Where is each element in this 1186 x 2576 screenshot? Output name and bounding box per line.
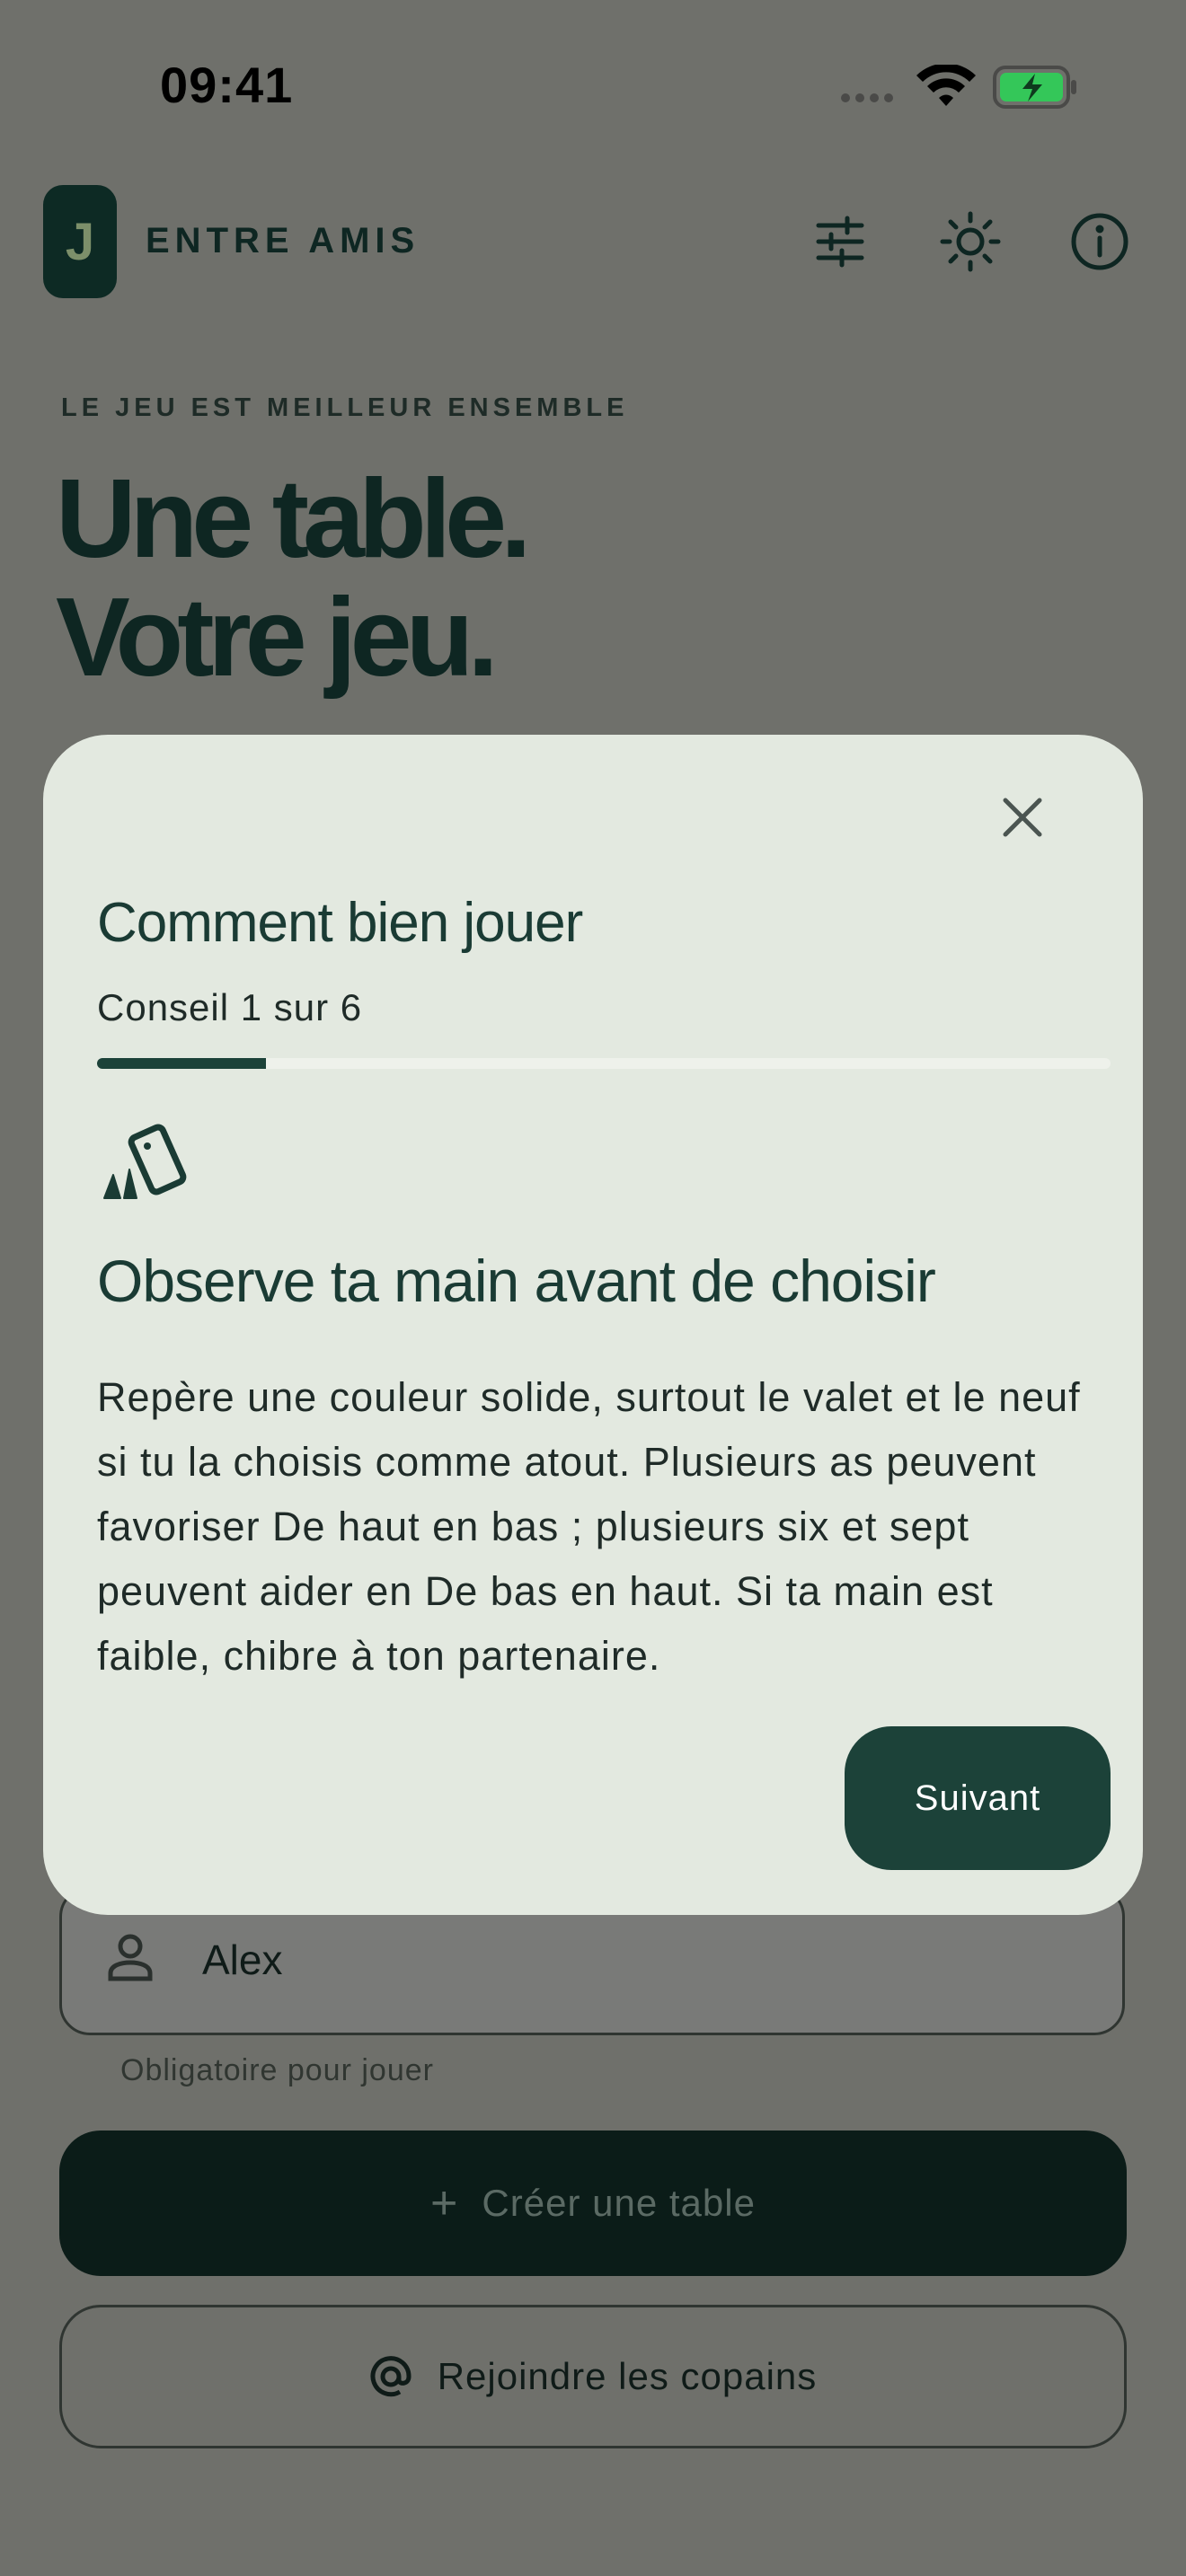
info-button[interactable] (1067, 208, 1133, 275)
app-screen: 09:41 J ENTRE AMIS LE JEU EST MEILLEUR E… (0, 0, 1186, 2576)
join-friends-button[interactable]: Rejoindre les copains (59, 2305, 1127, 2448)
plus-icon: + (430, 2177, 459, 2229)
cards-icon (103, 1124, 187, 1199)
create-table-button[interactable]: + Créer une table (59, 2130, 1127, 2276)
info-icon (1071, 213, 1128, 270)
app-logo-letter: J (65, 212, 95, 271)
hero-kicker: LE JEU EST MEILLEUR ENSEMBLE (61, 393, 629, 422)
dialog-title: Comment bien jouer (97, 892, 583, 954)
tune-icon (816, 216, 864, 268)
create-table-label: Créer une table (482, 2182, 756, 2224)
close-dialog-button[interactable] (987, 781, 1058, 853)
close-icon (1003, 798, 1042, 837)
cellular-signal-icon (841, 93, 893, 102)
next-tip-button[interactable]: Suivant (845, 1726, 1111, 1870)
theme-toggle-button[interactable] (937, 208, 1004, 275)
settings-button[interactable] (807, 208, 873, 275)
wifi-icon (916, 65, 976, 106)
tips-progress-bar (97, 1058, 1111, 1069)
tips-progress-fill (97, 1058, 267, 1069)
at-icon (370, 2356, 412, 2397)
hero-title: Une table. Votre jeu. (56, 457, 532, 700)
tip-body: Repère une couleur solide, surtout le va… (97, 1374, 1081, 1679)
hero-title-line-2: Votre jeu. (56, 576, 499, 700)
status-time: 09:41 (160, 57, 294, 113)
join-friends-label: Rejoindre les copains (437, 2355, 818, 2397)
app-logo: J (43, 185, 117, 298)
person-icon (108, 1934, 153, 1981)
sun-icon (940, 211, 1001, 272)
player-name-value: Alex (202, 1936, 283, 1983)
tip-step-counter: Conseil 1 sur 6 (97, 986, 363, 1028)
tip-title: Observe ta main avant de choisir (97, 1248, 936, 1314)
app-name: ENTRE AMIS (146, 221, 420, 260)
battery-icon (993, 66, 1076, 109)
hero-title-line-1: Une table. (56, 457, 532, 581)
player-name-helper: Obligatoire pour jouer (120, 2053, 434, 2087)
